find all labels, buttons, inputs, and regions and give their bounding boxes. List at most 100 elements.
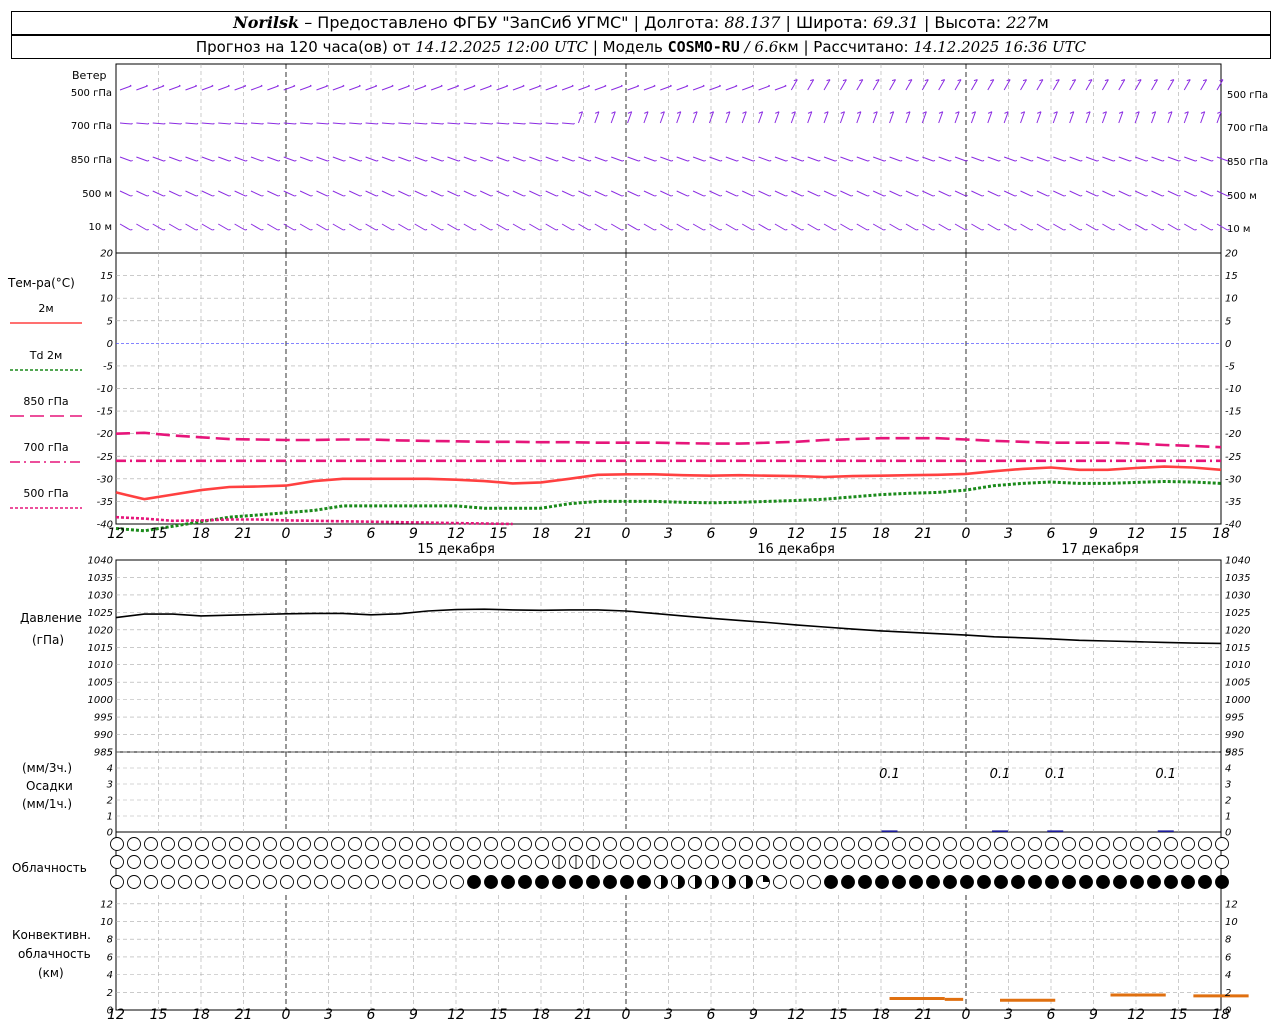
temp-title: Тем-ра(°C) — [7, 276, 75, 290]
temp-tick-right: 5 — [1225, 316, 1231, 327]
wind-barb — [1003, 223, 1015, 231]
precip-tick-right: 0 — [1225, 828, 1231, 839]
wind-barb — [627, 190, 639, 197]
cloud-cover-symbol — [246, 855, 260, 869]
cloud-cover-symbol — [467, 855, 481, 869]
wind-barb — [316, 156, 328, 162]
cloud-cover-symbol — [1215, 855, 1229, 869]
wind-barb — [774, 190, 787, 197]
wind-barb-flag — [358, 84, 361, 87]
wind-barb-flag — [654, 159, 657, 162]
wind-barb — [201, 223, 213, 231]
wind-barb-flag — [523, 159, 526, 162]
wind-barb-flag — [540, 194, 543, 197]
wind-barb — [561, 85, 574, 91]
wind-barb — [561, 190, 574, 197]
wind-barb-flag — [163, 194, 166, 197]
wind-barb — [692, 156, 705, 162]
cloud-cover-symbol — [1147, 875, 1161, 889]
cloud-cover-symbol — [535, 855, 549, 869]
cloud-cover-symbol — [739, 837, 753, 851]
pressure-tick-right: 1035 — [1225, 573, 1250, 584]
wind-level-right: 10 м — [1227, 224, 1250, 235]
wind-barb — [447, 156, 459, 162]
wind-barb — [1151, 79, 1158, 91]
cloud-cover-symbol — [195, 875, 209, 889]
pressure-tick-left: 995 — [94, 713, 113, 724]
wind-barb-flag — [703, 194, 706, 197]
wind-barb — [1036, 223, 1048, 231]
cloud-cover-symbol — [195, 837, 209, 851]
cloud-cover-symbol — [722, 855, 736, 869]
wind-barb — [414, 122, 427, 125]
wind-barb — [447, 122, 460, 125]
wind-barb-flag — [294, 159, 297, 162]
lower-frame — [115, 559, 1222, 1011]
cloud-cover-symbol — [807, 837, 821, 851]
pressure-tick-right: 1015 — [1225, 643, 1250, 654]
cloud-cover-symbol — [654, 837, 668, 851]
wind-barb-flag — [982, 159, 985, 162]
cloud-cover-symbol — [960, 837, 974, 851]
cloud-cover-symbol — [977, 855, 991, 869]
cloud-cover-symbol — [229, 837, 243, 851]
wind-barb — [1085, 156, 1098, 162]
cloud-cover-symbol — [637, 837, 651, 851]
wind-barb-flag — [129, 84, 132, 87]
wind-barb-flag — [491, 159, 494, 162]
pressure-tick-right: 1010 — [1225, 660, 1250, 671]
wind-barb — [398, 85, 410, 91]
wind-barb — [872, 223, 884, 231]
wind-barb-flag — [834, 194, 837, 197]
cloud-cover-symbol — [773, 875, 787, 889]
cloud-cover-symbol — [331, 837, 345, 851]
wind-barb-flag — [589, 194, 592, 197]
wind-barb — [741, 190, 754, 197]
wind-barb-flag — [507, 194, 510, 197]
pressure-tick-left: 990 — [94, 730, 113, 741]
wind-level-right: 700 гПа — [1227, 123, 1268, 134]
wind-barb — [774, 223, 786, 231]
wind-barb — [479, 223, 491, 231]
wind-barb-flag — [278, 159, 281, 162]
wind-barb-flag — [769, 194, 772, 197]
wind-barb — [1200, 156, 1213, 162]
wind-barb — [987, 223, 999, 231]
cloud-cover-symbol — [790, 855, 804, 869]
wind-barb — [1036, 190, 1048, 197]
wind-barb — [267, 122, 280, 125]
wind-barb — [529, 156, 541, 162]
wind-barb — [839, 79, 847, 91]
temp-tick-right: -10 — [1225, 384, 1241, 395]
wind-barb-flag — [1064, 159, 1067, 162]
wind-barb — [1167, 79, 1175, 91]
cloud-cover-symbol — [433, 875, 447, 889]
hour-label: 21 — [235, 526, 253, 542]
wind-barb — [529, 223, 540, 231]
wind-barb — [512, 85, 525, 91]
wind-barb-flag — [1129, 194, 1132, 197]
cloud-cover-symbol — [246, 837, 260, 851]
wind-barb — [316, 122, 329, 125]
cloud-cover-symbol — [773, 837, 787, 851]
wind-barb-flag — [753, 159, 756, 162]
wind-barb-flag — [131, 159, 133, 162]
cloud-cover-symbol — [297, 875, 311, 889]
wind-barb — [283, 156, 296, 162]
wind-barb — [217, 223, 229, 231]
cloud-cover-symbol — [1181, 875, 1195, 889]
wind-barb — [1118, 223, 1130, 231]
pressure-tick-right: 1005 — [1225, 678, 1250, 689]
wind-barb — [1052, 79, 1060, 91]
wind-barb — [267, 156, 279, 162]
cloud-cover-symbol — [1062, 875, 1076, 889]
precip-label: 0.1 — [879, 767, 900, 782]
wind-barb-flag — [180, 159, 183, 162]
cloud-cover-symbol — [518, 855, 532, 869]
wind-barb — [1134, 223, 1146, 231]
wind-barb — [152, 190, 164, 197]
cloud-panel — [110, 837, 1229, 889]
wind-barb — [234, 122, 247, 125]
conv-title-2: облачность — [18, 947, 91, 961]
wind-barb-flag — [343, 159, 346, 162]
